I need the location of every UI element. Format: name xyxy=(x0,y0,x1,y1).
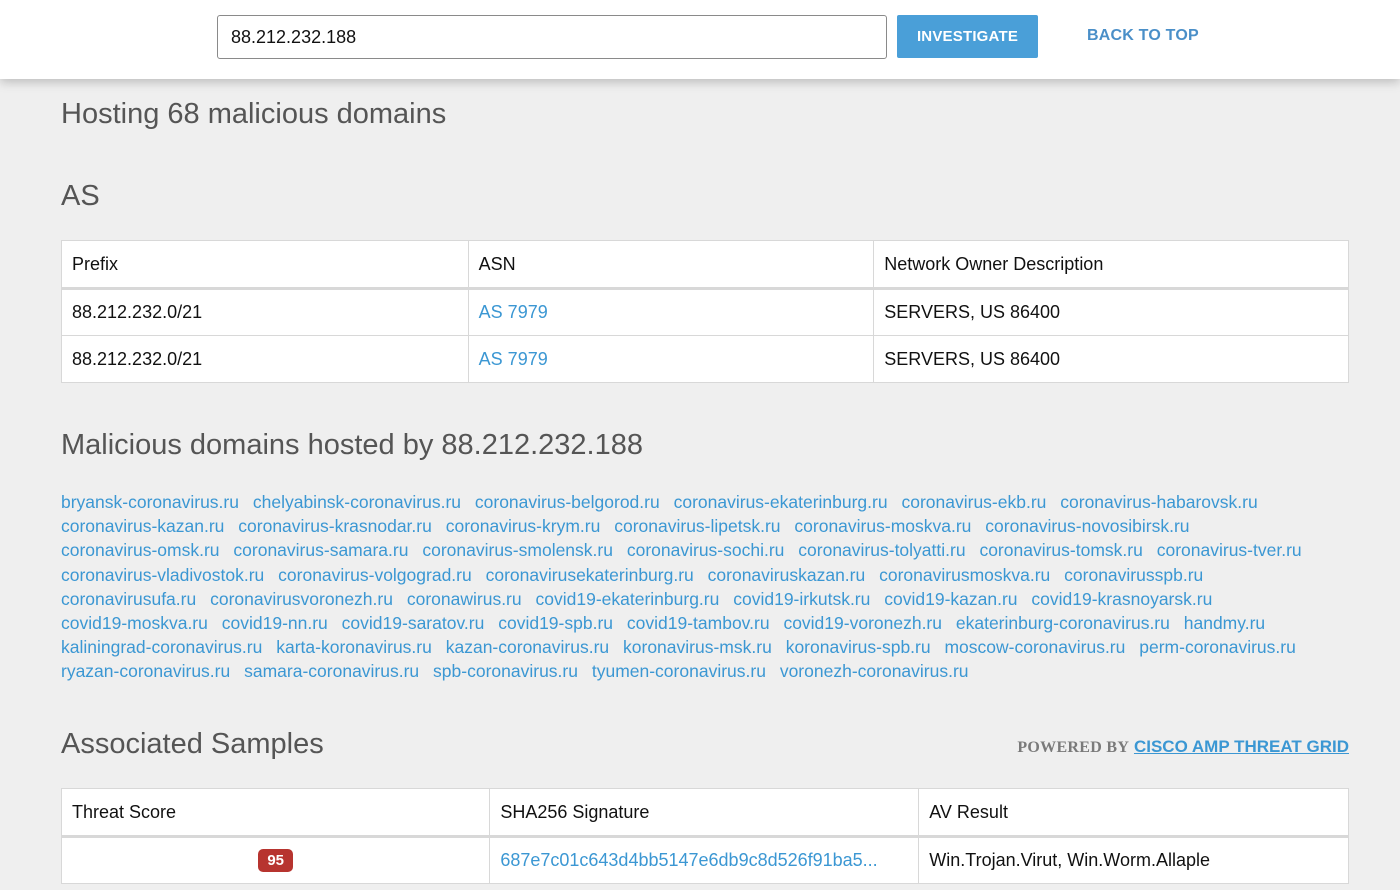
column-header-av-result: AV Result xyxy=(918,788,1349,838)
domain-link[interactable]: covid19-saratov.ru xyxy=(342,613,485,633)
domain-link[interactable]: spb-coronavirus.ru xyxy=(433,661,578,681)
domain-link[interactable]: coronavirus-habarovsk.ru xyxy=(1060,492,1257,512)
column-header-owner: Network Owner Description xyxy=(873,240,1349,290)
table-row: 95 687e7c01c643d4bb5147e6db9c8d526f91ba5… xyxy=(60,836,1349,884)
threat-score-badge: 95 xyxy=(258,849,293,872)
prefix-cell: 88.212.232.0/21 xyxy=(61,335,469,383)
domain-link[interactable]: coronavirus-smolensk.ru xyxy=(422,540,613,560)
as-table: Prefix ASN Network Owner Description 88.… xyxy=(61,240,1349,383)
domain-link[interactable]: coronavirusvoronezh.ru xyxy=(210,589,393,609)
domain-link[interactable]: coronavirus-ekb.ru xyxy=(901,492,1046,512)
domain-link[interactable]: bryansk-coronavirus.ru xyxy=(61,492,239,512)
domain-link[interactable]: coronavirus-novosibirsk.ru xyxy=(985,516,1189,536)
asn-link[interactable]: AS 7979 xyxy=(479,349,548,369)
domain-link[interactable]: coronavirus-tomsk.ru xyxy=(979,540,1142,560)
domain-link[interactable]: coronavirusmoskva.ru xyxy=(879,565,1050,585)
domain-link[interactable]: coronavirus-sochi.ru xyxy=(627,540,785,560)
asn-cell: AS 7979 xyxy=(467,335,875,383)
domain-list: bryansk-coronavirus.ru chelyabinsk-coron… xyxy=(61,490,1351,684)
investigate-button[interactable]: INVESTIGATE xyxy=(897,15,1038,58)
threat-score-cell: 95 xyxy=(60,836,491,884)
domain-link[interactable]: covid19-ekaterinburg.ru xyxy=(536,589,720,609)
prefix-cell: 88.212.232.0/21 xyxy=(61,288,469,336)
column-header-asn: ASN xyxy=(467,240,875,290)
samples-table-header: Threat Score SHA256 Signature AV Result xyxy=(60,788,1349,838)
samples-section-heading: Associated Samples xyxy=(61,728,324,760)
domain-link[interactable]: coronavirus-belgorod.ru xyxy=(475,492,660,512)
sha256-link[interactable]: 687e7c01c643d4bb5147e6db9c8d526f91ba5... xyxy=(500,850,877,870)
domain-link[interactable]: covid19-irkutsk.ru xyxy=(733,589,870,609)
sha256-cell: 687e7c01c643d4bb5147e6db9c8d526f91ba5... xyxy=(489,836,920,884)
domain-link[interactable]: coronavirus-moskva.ru xyxy=(794,516,971,536)
powered-by-attribution: POWERED BY CISCO AMP THREAT GRID xyxy=(1017,737,1349,757)
domain-link[interactable]: coronavirus-krym.ru xyxy=(446,516,601,536)
owner-cell: SERVERS, US 86400 xyxy=(873,288,1349,336)
domain-link[interactable]: koronavirus-msk.ru xyxy=(623,637,772,657)
av-result-cell: Win.Trojan.Virut, Win.Worm.Allaple xyxy=(918,836,1349,884)
domain-link[interactable]: koronavirus-spb.ru xyxy=(786,637,931,657)
domain-link[interactable]: perm-coronavirus.ru xyxy=(1139,637,1296,657)
search-header: INVESTIGATE BACK TO TOP xyxy=(0,0,1400,79)
domain-link[interactable]: covid19-tambov.ru xyxy=(627,613,770,633)
domain-link[interactable]: coronavirus-tver.ru xyxy=(1157,540,1302,560)
table-row: 88.212.232.0/21 AS 7979 SERVERS, US 8640… xyxy=(61,288,1349,336)
domain-link[interactable]: coronavirus-kazan.ru xyxy=(61,516,224,536)
domain-link[interactable]: ekaterinburg-coronavirus.ru xyxy=(956,613,1170,633)
domain-link[interactable]: coronavirus-tolyatti.ru xyxy=(798,540,965,560)
back-to-top-link[interactable]: BACK TO TOP xyxy=(1087,27,1199,45)
domain-link[interactable]: voronezh-coronavirus.ru xyxy=(780,661,969,681)
domain-link[interactable]: coronawirus.ru xyxy=(407,589,522,609)
domain-link[interactable]: karta-koronavirus.ru xyxy=(276,637,432,657)
table-row: 88.212.232.0/21 AS 7979 SERVERS, US 8640… xyxy=(61,335,1349,383)
domain-link[interactable]: coronavirus-ekaterinburg.ru xyxy=(674,492,888,512)
as-table-header: Prefix ASN Network Owner Description xyxy=(61,240,1349,290)
domain-link[interactable]: covid19-voronezh.ru xyxy=(783,613,942,633)
domain-link[interactable]: chelyabinsk-coronavirus.ru xyxy=(253,492,461,512)
asn-cell: AS 7979 xyxy=(467,288,875,336)
domain-link[interactable]: covid19-spb.ru xyxy=(498,613,613,633)
domain-link[interactable]: coronavirus-vladivostok.ru xyxy=(61,565,264,585)
domain-link[interactable]: handmy.ru xyxy=(1184,613,1265,633)
as-section-heading: AS xyxy=(61,180,100,212)
domain-link[interactable]: covid19-krasnoyarsk.ru xyxy=(1031,589,1212,609)
domain-link[interactable]: moscow-coronavirus.ru xyxy=(944,637,1125,657)
domain-link[interactable]: ryazan-coronavirus.ru xyxy=(61,661,230,681)
search-input[interactable] xyxy=(217,15,887,59)
domain-link[interactable]: coronavirusspb.ru xyxy=(1064,565,1203,585)
domain-link[interactable]: coronaviruskazan.ru xyxy=(708,565,866,585)
domain-link[interactable]: kazan-coronavirus.ru xyxy=(446,637,609,657)
threat-grid-link[interactable]: CISCO AMP THREAT GRID xyxy=(1134,737,1349,756)
owner-cell: SERVERS, US 86400 xyxy=(873,335,1349,383)
domain-link[interactable]: samara-coronavirus.ru xyxy=(244,661,419,681)
domain-link[interactable]: covid19-kazan.ru xyxy=(884,589,1017,609)
domain-link[interactable]: coronavirus-volgograd.ru xyxy=(278,565,472,585)
column-header-prefix: Prefix xyxy=(61,240,469,290)
domain-link[interactable]: covid19-nn.ru xyxy=(222,613,328,633)
asn-link[interactable]: AS 7979 xyxy=(479,302,548,322)
domain-link[interactable]: coronavirus-krasnodar.ru xyxy=(238,516,432,536)
domain-link[interactable]: coronavirusekaterinburg.ru xyxy=(486,565,694,585)
domain-link[interactable]: tyumen-coronavirus.ru xyxy=(592,661,766,681)
domain-link[interactable]: coronavirus-samara.ru xyxy=(233,540,408,560)
domain-link[interactable]: coronavirus-omsk.ru xyxy=(61,540,220,560)
domain-link[interactable]: kaliningrad-coronavirus.ru xyxy=(61,637,262,657)
domain-link[interactable]: coronavirusufa.ru xyxy=(61,589,196,609)
powered-by-label: POWERED BY xyxy=(1017,739,1130,756)
domain-link[interactable]: coronavirus-lipetsk.ru xyxy=(614,516,780,536)
samples-table: Threat Score SHA256 Signature AV Result … xyxy=(60,788,1349,884)
column-header-sha256: SHA256 Signature xyxy=(489,788,920,838)
column-header-threat-score: Threat Score xyxy=(60,788,491,838)
domains-section-heading: Malicious domains hosted by 88.212.232.1… xyxy=(61,429,643,461)
domain-link[interactable]: covid19-moskva.ru xyxy=(61,613,208,633)
hosting-summary-heading: Hosting 68 malicious domains xyxy=(61,98,447,130)
